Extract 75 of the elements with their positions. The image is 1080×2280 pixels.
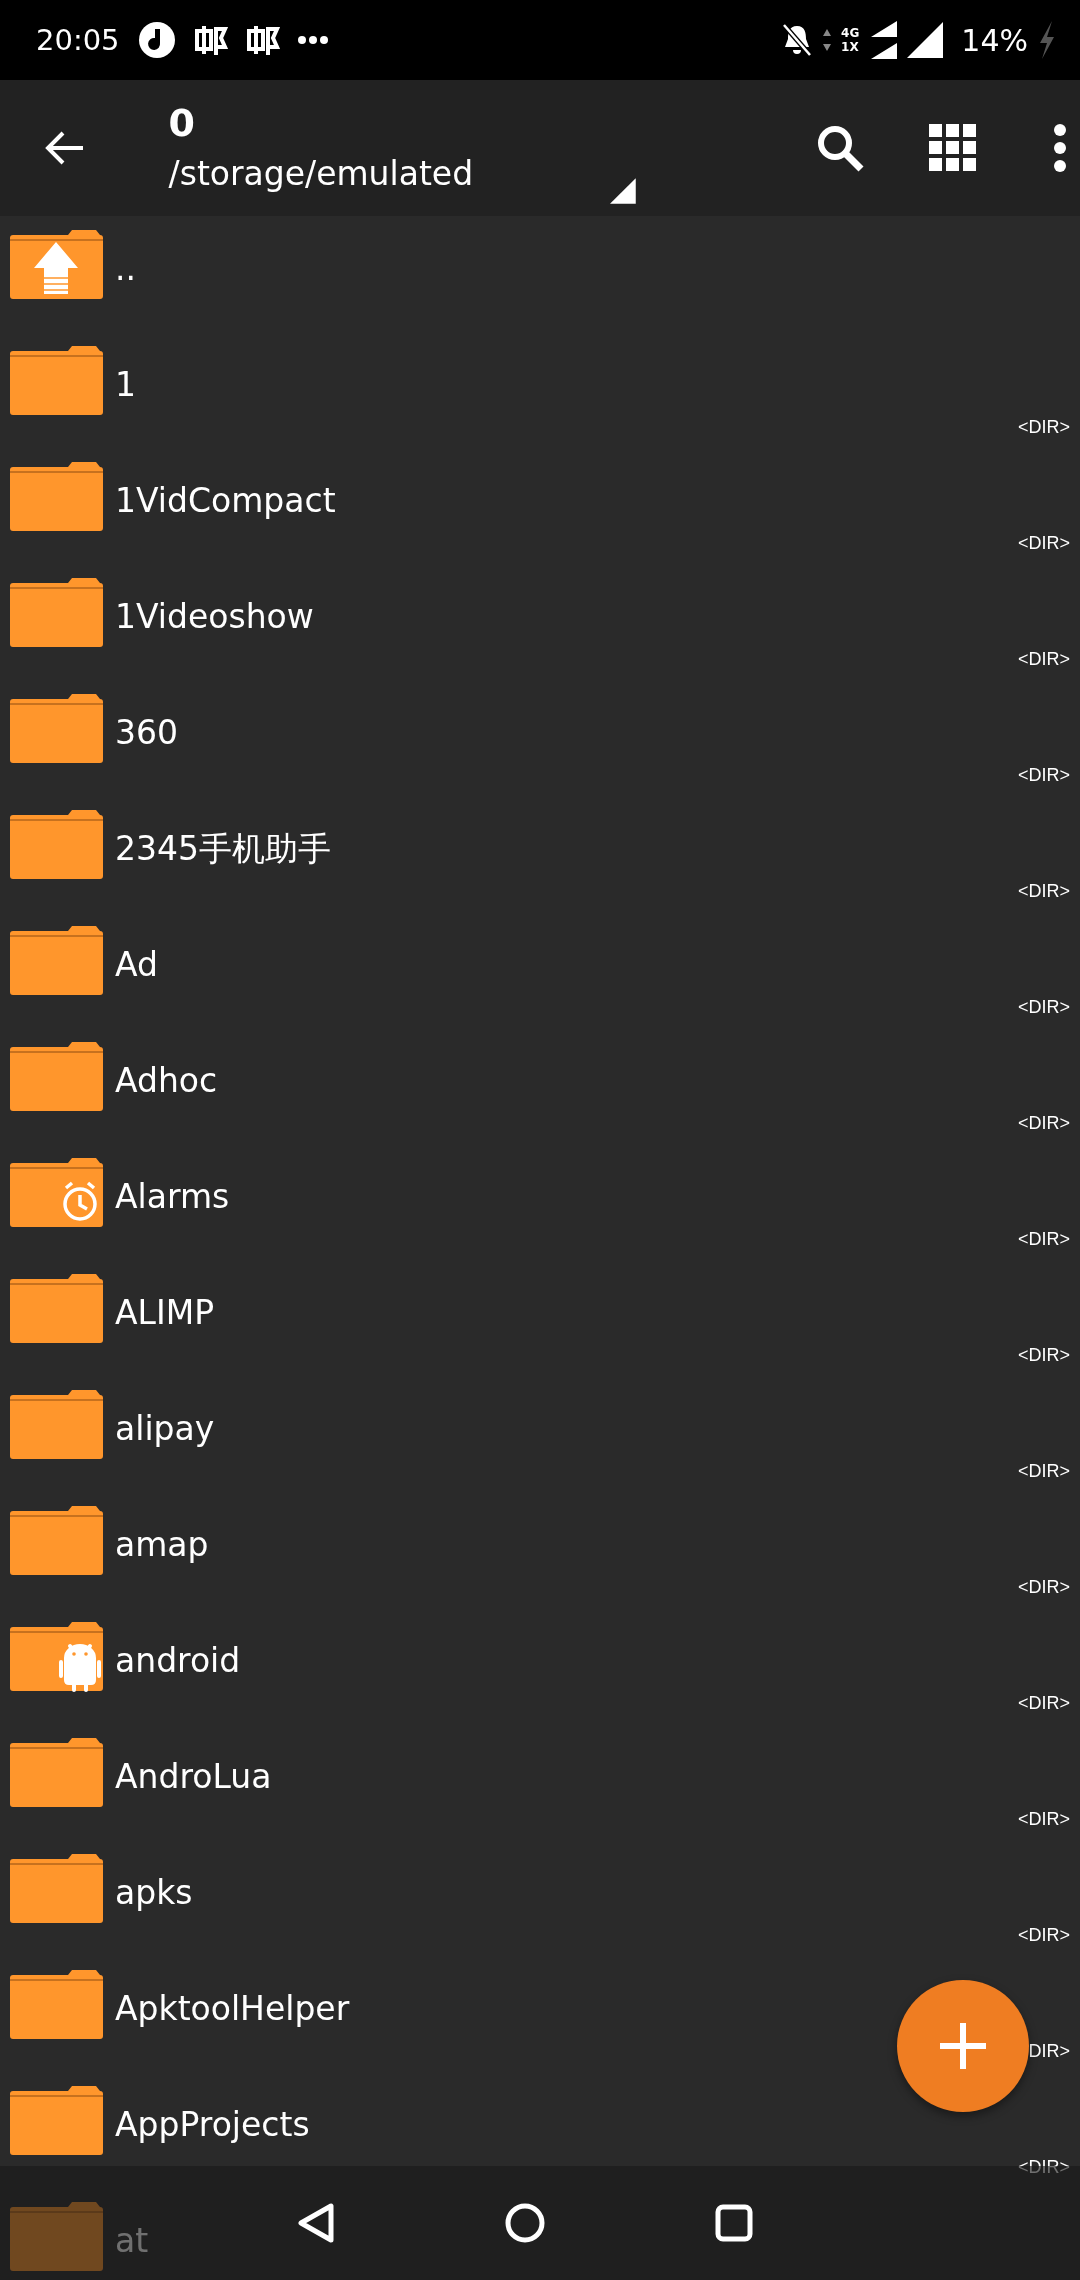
charging-icon: [1038, 21, 1056, 59]
file-name: 2345手机助手: [115, 828, 331, 870]
file-type-label: <DIR>: [1017, 1925, 1070, 1946]
file-row[interactable]: Adhoc <DIR>: [0, 1028, 1080, 1144]
file-row[interactable]: AppProjects <DIR>: [0, 2072, 1080, 2188]
file-name: 360: [115, 712, 178, 754]
file-name: Alarms: [115, 1176, 230, 1218]
path-dropdown[interactable]: /storage/emulated: [168, 149, 763, 199]
file-name: ALIMP: [115, 1292, 215, 1334]
file-row[interactable]: 360 <DIR>: [0, 680, 1080, 796]
file-row[interactable]: alipay <DIR>: [0, 1376, 1080, 1492]
file-row[interactable]: Alarms <DIR>: [0, 1144, 1080, 1260]
file-type-label: DIR>: [1028, 2041, 1070, 2062]
plus-icon: [938, 2021, 988, 2071]
grid-icon: [928, 124, 977, 172]
file-row[interactable]: AndroLua <DIR>: [0, 1724, 1080, 1840]
folder-title: 0: [168, 100, 197, 147]
status-time: 20:05: [36, 23, 120, 57]
file-type-label: <DIR>: [1017, 1577, 1070, 1598]
file-row[interactable]: amap <DIR>: [0, 1492, 1080, 1608]
file-name: 1VidCompact: [115, 480, 336, 522]
file-type-label: <DIR>: [1017, 1229, 1070, 1250]
battery-percent: 14%: [961, 22, 1028, 58]
back-arrow-icon: [45, 130, 86, 166]
notification-icon: [245, 23, 280, 57]
file-row[interactable]: ApktoolHelper DIR>: [0, 1956, 1080, 2072]
file-row[interactable]: Ad <DIR>: [0, 912, 1080, 1028]
file-type-label: <DIR>: [1017, 765, 1070, 786]
file-name: apks: [115, 1872, 193, 1914]
file-row[interactable]: ..: [0, 216, 1080, 332]
file-row[interactable]: android <DIR>: [0, 1608, 1080, 1724]
file-name: at: [115, 2220, 149, 2262]
file-row[interactable]: 2345手机助手 <DIR>: [0, 796, 1080, 912]
network-type: 4G: [841, 26, 860, 40]
more-notifications-icon: [297, 36, 328, 44]
back-nav-icon[interactable]: [297, 2203, 335, 2243]
file-type-label: <DIR>: [1017, 997, 1070, 1018]
file-name: 1Videoshow: [115, 596, 314, 638]
file-row[interactable]: 1Videoshow <DIR>: [0, 564, 1080, 680]
file-name: 1: [115, 364, 136, 406]
file-type-label: <DIR>: [1017, 417, 1070, 438]
file-type-label: <DIR>: [1017, 533, 1070, 554]
file-type-label: <DIR>: [1017, 1809, 1070, 1830]
home-nav-icon[interactable]: [505, 2203, 545, 2243]
file-name: AppProjects: [115, 2104, 310, 2146]
recents-nav-icon[interactable]: [715, 2204, 753, 2242]
file-name: Ad: [115, 944, 158, 986]
network-type: 1X: [841, 40, 860, 54]
search-icon: [815, 123, 866, 173]
file-type-label: <DIR>: [1017, 1345, 1070, 1366]
file-type-label: <DIR>: [1017, 1461, 1070, 1482]
file-row[interactable]: 1 <DIR>: [0, 332, 1080, 448]
signal-icon: [869, 21, 898, 59]
file-name: alipay: [115, 1408, 215, 1450]
file-name: android: [115, 1640, 241, 1682]
signal-icon: [907, 22, 944, 58]
dropdown-corner-icon[interactable]: [610, 178, 636, 204]
file-type-label: <DIR>: [1017, 2157, 1070, 2178]
file-type-label: <DIR>: [1017, 649, 1070, 670]
more-options-icon: [1053, 123, 1068, 173]
file-type-label: <DIR>: [1017, 1113, 1070, 1134]
file-name: ApktoolHelper: [115, 1988, 350, 2030]
file-type-label: <DIR>: [1017, 881, 1070, 902]
music-app-icon: [137, 21, 176, 59]
file-type-label: <DIR>: [1017, 1693, 1070, 1714]
muted-bell-icon: [781, 23, 814, 57]
file-row[interactable]: apks <DIR>: [0, 1840, 1080, 1956]
file-name: amap: [115, 1524, 209, 1566]
file-row[interactable]: 1VidCompact <DIR>: [0, 448, 1080, 564]
data-arrows-icon: [823, 29, 832, 51]
file-name: ..: [115, 248, 136, 290]
file-name: AndroLua: [115, 1756, 272, 1798]
file-row[interactable]: ALIMP <DIR>: [0, 1260, 1080, 1376]
file-name: Adhoc: [115, 1060, 218, 1102]
notification-icon: [193, 23, 228, 57]
